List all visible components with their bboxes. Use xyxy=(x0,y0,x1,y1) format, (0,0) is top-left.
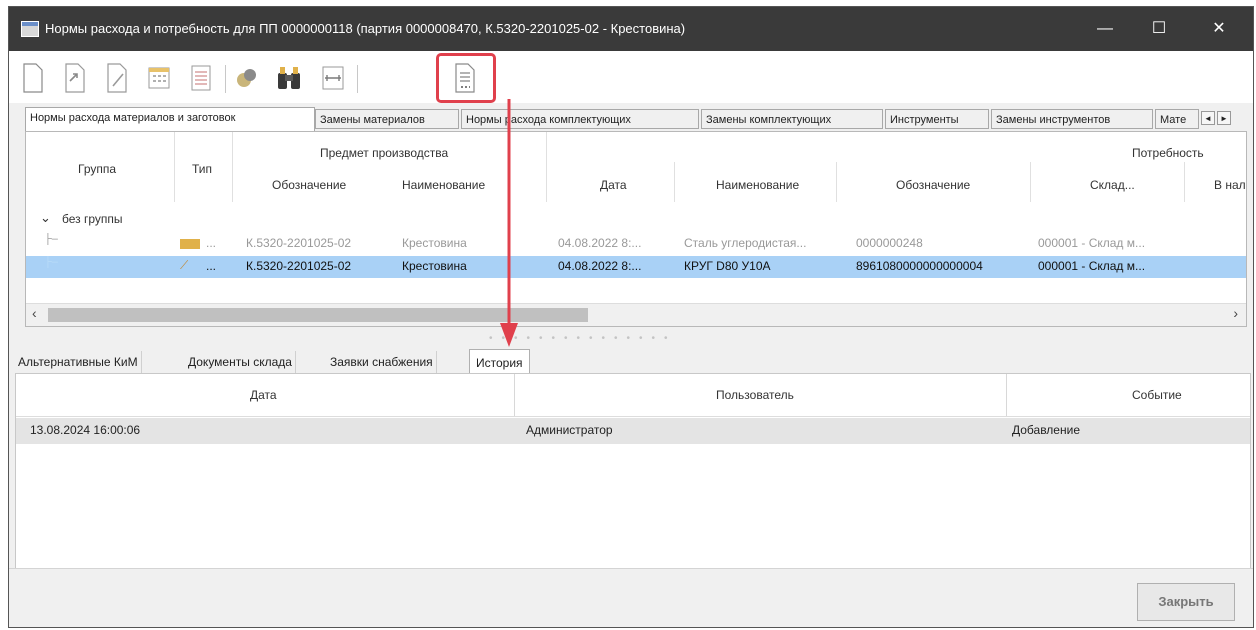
dialog-window: Нормы расхода и потребность для ПП 00000… xyxy=(8,6,1254,628)
annotation-arrow xyxy=(500,99,518,347)
